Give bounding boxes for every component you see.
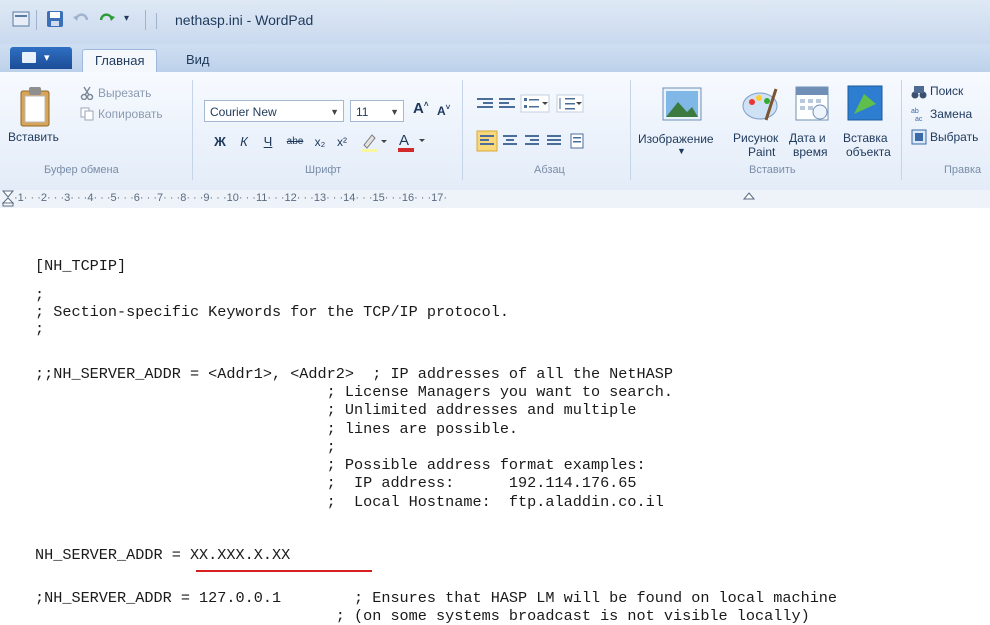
svg-text:ac: ac — [915, 116, 923, 122]
doc-line: ; — [35, 286, 45, 304]
decrease-indent-icon[interactable] — [477, 98, 493, 108]
font-size-select[interactable]: 11 ▼ — [350, 100, 404, 122]
redo-icon[interactable] — [98, 10, 116, 28]
chevron-down-icon: ▼ — [677, 146, 686, 156]
replace-icon[interactable]: ab ac — [911, 106, 927, 122]
paint-drawing-icon[interactable] — [740, 86, 780, 122]
doc-line: ; Section-specific Keywords for the TCP/… — [35, 303, 509, 321]
tab-home[interactable]: Главная — [82, 49, 158, 72]
select-button[interactable]: Выбрать — [930, 130, 978, 144]
insert-group-label: Вставить — [749, 164, 796, 176]
increase-indent-icon[interactable] — [499, 98, 515, 108]
scissors-icon[interactable] — [80, 86, 94, 100]
doc-line: ; lines are possible. — [35, 420, 519, 438]
copy-button[interactable]: Копировать — [98, 107, 163, 121]
group-divider — [462, 80, 463, 180]
doc-line: ; Possible address format examples: — [35, 456, 646, 474]
line-spacing-icon[interactable] — [556, 94, 584, 113]
toolbar-divider — [145, 10, 146, 30]
select-all-icon[interactable] — [911, 129, 927, 145]
tab-view[interactable]: Вид — [174, 49, 222, 71]
ruler[interactable]: ·1· · ·2· · ·3· · ·4· · ·5· · ·6· · ·7· … — [0, 190, 990, 209]
save-icon[interactable] — [46, 10, 64, 28]
grow-font-button[interactable]: A˄ — [413, 100, 429, 117]
window-title: nethasp.ini - WordPad — [175, 12, 314, 28]
font-name-value: Courier New — [210, 105, 277, 119]
paste-button[interactable]: Вставить — [8, 130, 59, 144]
doc-line: ; Unlimited addresses and multiple — [35, 401, 637, 419]
font-color-icon[interactable]: A — [396, 131, 428, 153]
editing-group-label: Правка — [944, 164, 982, 176]
strikethrough-button[interactable]: abe — [282, 132, 308, 152]
subscript-button[interactable]: x₂ — [310, 132, 330, 152]
insert-datetime-button-line2[interactable]: время — [793, 145, 827, 159]
clipboard-group-label: Буфер обмена — [44, 164, 119, 176]
red-underline — [196, 570, 372, 572]
doc-line-server-addr: NH_SERVER_ADDR = XX.XXX.X.XX — [35, 546, 291, 564]
doc-line: ; — [35, 438, 336, 456]
font-name-select[interactable]: Courier New ▼ — [204, 100, 344, 122]
paragraph-controls — [476, 94, 584, 152]
chevron-down-icon: ▼ — [390, 107, 399, 117]
cut-button[interactable]: Вырезать — [98, 86, 151, 100]
insert-object-button-line2[interactable]: объекта — [846, 145, 891, 159]
svg-text:A: A — [399, 132, 409, 149]
group-divider — [192, 80, 193, 180]
bullets-icon[interactable] — [520, 94, 550, 113]
toolbar-divider — [36, 10, 37, 30]
font-group-label: Шрифт — [305, 164, 342, 176]
indent-marker-icon[interactable] — [2, 190, 14, 207]
insert-datetime-button[interactable]: Дата и — [789, 131, 826, 145]
picture-icon[interactable] — [662, 86, 702, 122]
doc-line: ; (on some systems broadcast is not visi… — [35, 607, 810, 625]
doc-line: [NH_TCPIP] — [35, 257, 127, 275]
shrink-font-button[interactable]: A˅ — [437, 103, 450, 118]
superscript-button[interactable]: x² — [332, 132, 352, 152]
chevron-down-icon: ▾ — [44, 52, 50, 64]
title-divider — [156, 13, 157, 29]
svg-text:ab: ab — [911, 108, 919, 115]
italic-button[interactable]: К — [234, 132, 254, 152]
insert-object-button[interactable]: Вставка — [843, 131, 888, 145]
paste-icon[interactable] — [18, 86, 52, 128]
ruler-marks: ·1· · ·2· · ·3· · ·4· · ·5· · ·6· · ·7· … — [14, 192, 448, 204]
paragraph-group-label: Абзац — [534, 164, 565, 176]
wordpad-app-icon[interactable] — [12, 10, 30, 28]
doc-line: ; License Managers you want to search. — [35, 383, 673, 401]
paint-drawing-button-line2[interactable]: Paint — [748, 145, 775, 159]
doc-line: ;;NH_SERVER_ADDR = <Addr1>, <Addr2> ; IP… — [35, 365, 673, 383]
copy-icon[interactable] — [80, 107, 94, 121]
underline-button[interactable]: Ч — [258, 132, 278, 152]
group-divider — [630, 80, 631, 180]
doc-line: ;NH_SERVER_ADDR = 127.0.0.1 ; Ensures th… — [35, 589, 838, 607]
document-icon — [22, 52, 36, 63]
insert-object-icon[interactable] — [846, 84, 884, 122]
chevron-down-icon: ▼ — [330, 107, 339, 117]
title-bar: ▾ nethasp.ini - WordPad — [0, 0, 990, 44]
doc-line: ; — [35, 320, 45, 338]
customize-toolbar-icon[interactable]: ▾ — [124, 13, 142, 31]
file-menu-button[interactable]: ▾ — [10, 47, 72, 69]
paint-drawing-button[interactable]: Рисунок — [733, 131, 778, 145]
align-left-icon[interactable] — [476, 130, 498, 152]
undo-icon[interactable] — [72, 10, 90, 28]
align-right-icon[interactable] — [525, 135, 539, 145]
bold-button[interactable]: Ж — [210, 132, 230, 152]
font-size-value: 11 — [356, 105, 369, 119]
insert-picture-button[interactable]: Изображение — [638, 132, 714, 146]
right-indent-marker-icon[interactable] — [743, 192, 755, 206]
doc-line: ; IP address: 192.114.176.65 — [35, 474, 637, 492]
calendar-icon[interactable] — [794, 84, 830, 122]
doc-line: ; Local Hostname: ftp.aladdin.co.il — [35, 493, 664, 511]
paragraph-settings-icon[interactable] — [570, 133, 584, 149]
binoculars-icon[interactable] — [911, 84, 927, 100]
group-divider — [901, 80, 902, 180]
justify-icon[interactable] — [547, 135, 561, 145]
highlight-color-icon[interactable] — [360, 132, 388, 152]
align-center-icon[interactable] — [503, 135, 517, 145]
replace-button[interactable]: Замена — [930, 107, 972, 121]
find-button[interactable]: Поиск — [930, 84, 963, 98]
